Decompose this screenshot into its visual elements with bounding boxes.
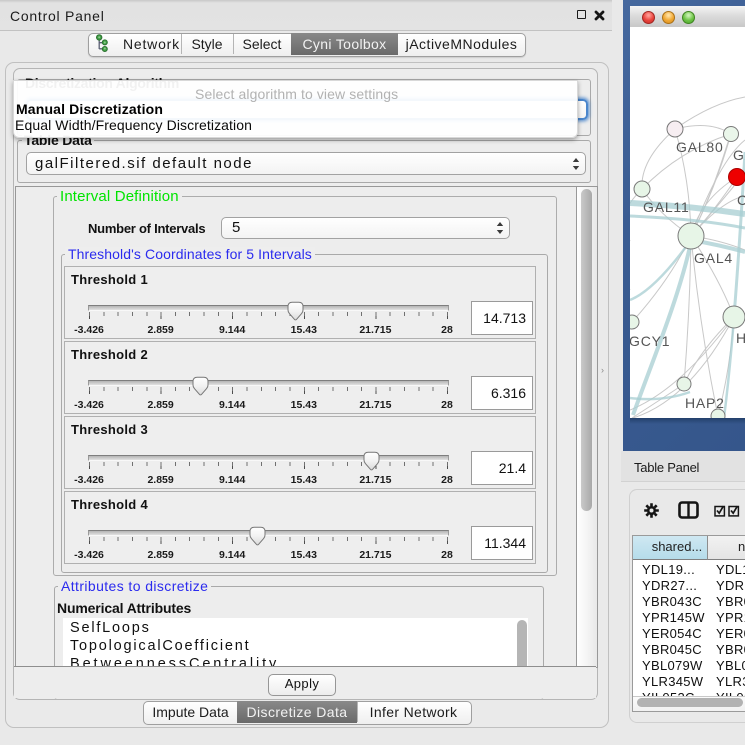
svg-text:H: H [736, 330, 745, 346]
svg-text:C: C [737, 192, 745, 208]
svg-text:GA: GA [733, 147, 745, 163]
svg-text:GAL11: GAL11 [643, 199, 690, 215]
svg-text:GAL4: GAL4 [694, 250, 733, 266]
svg-text:GAL80: GAL80 [676, 139, 724, 155]
svg-text:HAP2: HAP2 [685, 395, 725, 411]
svg-text:GCY1: GCY1 [630, 333, 670, 349]
